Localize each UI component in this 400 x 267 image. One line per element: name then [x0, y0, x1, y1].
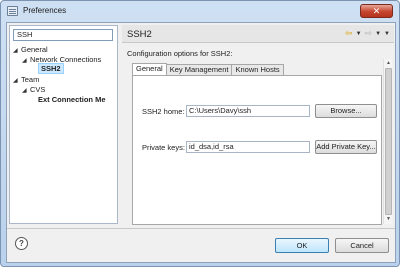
forward-arrow-icon[interactable]: ⇨ [365, 28, 373, 39]
tree-item-ext-connection-method[interactable]: Ext Connection Me [38, 95, 106, 104]
chevron-down-icon[interactable]: ▼ [375, 31, 381, 37]
tab-key-management[interactable]: Key Management [165, 64, 233, 75]
private-keys-label: Private keys: [142, 143, 185, 152]
page-description: Configuration options for SSH2: [127, 49, 233, 58]
back-arrow-icon[interactable]: ⇦ [345, 28, 353, 39]
view-menu-icon[interactable]: ▼ [384, 31, 390, 37]
dialog-body: SSH ◢ General ◢ Network Connections SSH2 ◢… [6, 22, 396, 263]
ok-button[interactable]: OK [275, 238, 329, 253]
tree-item-label: Ext Connection Me [38, 95, 106, 104]
expand-arrow-icon[interactable]: ◢ [22, 57, 30, 66]
page-title: SSH2 [127, 29, 152, 40]
preferences-icon [7, 6, 18, 16]
add-private-key-button[interactable]: Add Private Key... [315, 140, 377, 154]
scroll-thumb[interactable] [385, 68, 392, 215]
vertical-scrollbar[interactable]: ▲ ▼ [383, 59, 392, 224]
scroll-up-icon[interactable]: ▲ [385, 60, 392, 67]
page-header: SSH2 ⇦ ▼ ⇨ ▼ ▼ [122, 25, 394, 43]
tab-bar: General Key Management Known Hosts [132, 63, 284, 75]
tree-item-label: General [21, 45, 48, 54]
expand-arrow-icon[interactable]: ◢ [13, 77, 21, 86]
help-icon[interactable]: ? [15, 237, 28, 250]
preferences-window: Preferences ✕ SSH ◢ General ◢ Network Conn… [0, 0, 400, 267]
cancel-button[interactable]: Cancel [335, 238, 389, 253]
tab-known-hosts[interactable]: Known Hosts [231, 64, 284, 75]
preferences-tree-pane: SSH ◢ General ◢ Network Connections SSH2 ◢… [9, 25, 118, 224]
footer-divider [7, 228, 395, 229]
filter-input[interactable]: SSH [13, 29, 113, 41]
scroll-down-icon[interactable]: ▼ [385, 216, 392, 223]
close-button[interactable]: ✕ [360, 4, 393, 18]
expand-arrow-icon[interactable]: ◢ [13, 47, 21, 56]
tab-general[interactable]: General [132, 63, 167, 75]
ssh2-home-field[interactable]: C:\Users\Davy\ssh [186, 105, 310, 117]
browse-button[interactable]: Browse... [315, 104, 377, 118]
ssh2-home-label: SSH2 home: [142, 107, 185, 116]
window-title: Preferences [23, 6, 67, 15]
tree-item-label: Team [21, 75, 40, 84]
history-navigation: ⇦ ▼ ⇨ ▼ ▼ [345, 28, 390, 39]
general-tab-panel: SSH2 home: C:\Users\Davy\ssh Browse... P… [132, 75, 382, 225]
tree-item-label: CVS [30, 85, 46, 94]
expand-arrow-icon[interactable]: ◢ [22, 87, 30, 96]
tree-item-ssh2[interactable]: SSH2 [38, 63, 64, 74]
preference-page: SSH2 ⇦ ▼ ⇨ ▼ ▼ Configuration options for… [122, 25, 394, 225]
chevron-down-icon[interactable]: ▼ [356, 31, 362, 37]
private-keys-field[interactable]: id_dsa,id_rsa [186, 141, 310, 153]
title-bar[interactable]: Preferences ✕ [1, 1, 399, 21]
tree-item-label: SSH2 [38, 63, 64, 74]
